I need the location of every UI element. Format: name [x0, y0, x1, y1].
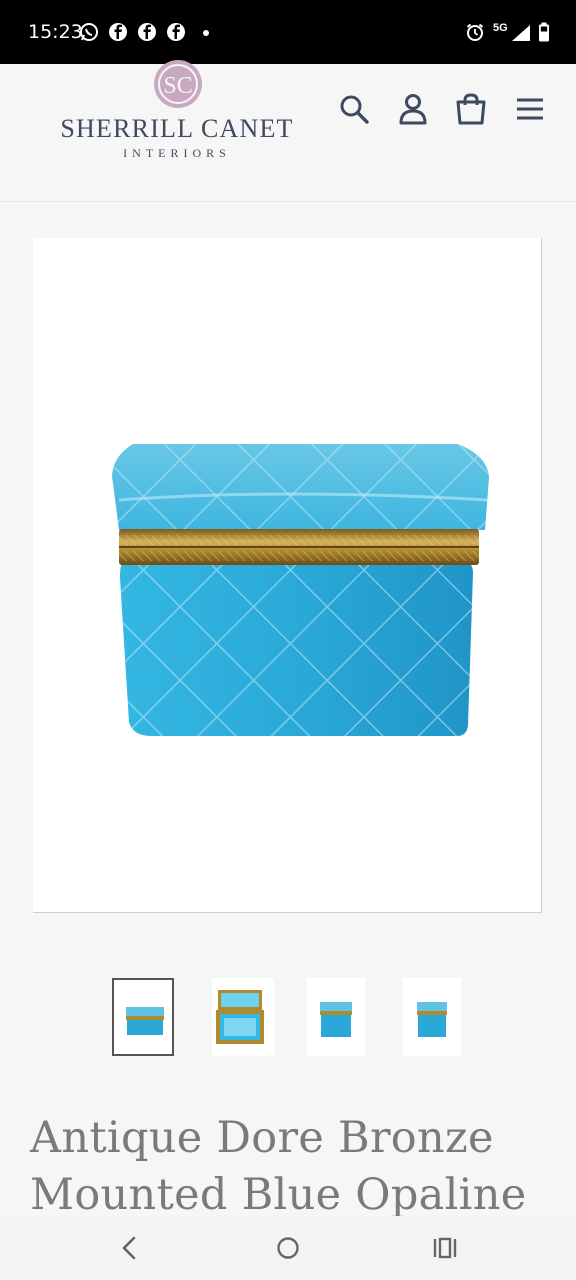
recents-icon[interactable]: [429, 1232, 461, 1264]
logo-subtitle: INTERIORS: [123, 146, 231, 160]
home-icon[interactable]: [272, 1232, 304, 1264]
product-thumbnail-2[interactable]: [212, 978, 274, 1056]
thumbnail-image-side-view: [320, 1002, 352, 1037]
account-icon[interactable]: [396, 92, 430, 126]
site-header: SC SHERRILL CANET INTERIORS: [0, 60, 576, 202]
facebook-icon: [167, 23, 185, 41]
battery-icon: [539, 22, 549, 42]
logo-name[interactable]: SHERRILL CANET: [52, 114, 302, 144]
product-thumbnail-3[interactable]: [307, 978, 365, 1056]
notification-dot: [203, 30, 209, 36]
alarm-icon: [466, 23, 484, 41]
back-icon[interactable]: [114, 1232, 146, 1264]
thumbnail-image-open-box: [216, 990, 264, 1044]
product-image: [112, 444, 489, 736]
signal-icon: [512, 25, 530, 41]
status-bar: 15:23 5G: [0, 0, 576, 64]
product-image-frame[interactable]: [33, 238, 542, 913]
product-thumbnail-4[interactable]: [403, 978, 461, 1056]
facebook-icon: [109, 23, 127, 41]
thumbnail-image-end-view: [417, 1002, 447, 1037]
thumbnail-image-closed-box: [126, 1007, 164, 1035]
facebook-icon: [138, 23, 156, 41]
system-navigation-bar: [0, 1216, 576, 1280]
logo-monogram[interactable]: SC: [150, 56, 206, 112]
search-icon[interactable]: [337, 92, 371, 126]
status-time: 15:23: [28, 21, 83, 43]
product-thumbnail-1[interactable]: [112, 978, 174, 1056]
cart-icon[interactable]: [454, 92, 488, 126]
whatsapp-icon: [80, 23, 98, 41]
menu-icon[interactable]: [513, 92, 547, 126]
product-title: Antique Dore Bronze Mounted Blue Opaline: [30, 1113, 527, 1220]
svg-text:SC: SC: [163, 73, 192, 99]
network-type: 5G: [493, 22, 508, 34]
